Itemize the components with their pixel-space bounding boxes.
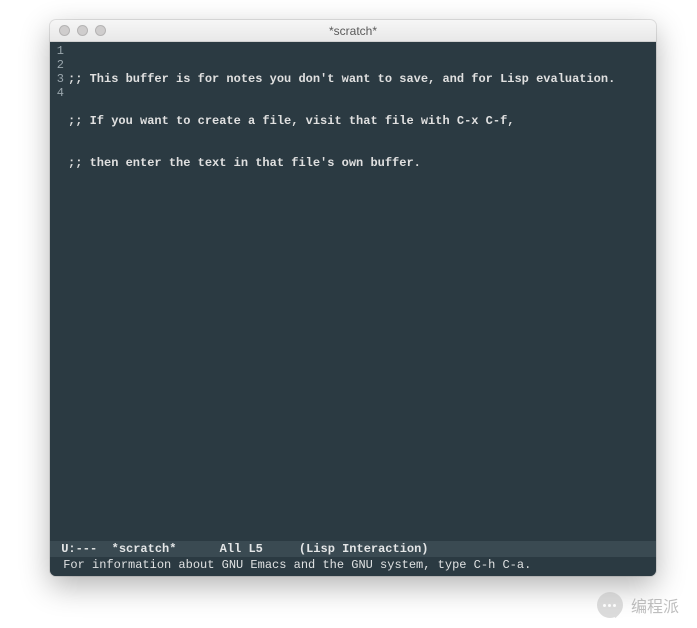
line-number: 3 [50, 72, 64, 86]
line-number: 1 [50, 44, 64, 58]
buffer-line: ;; This buffer is for notes you don't wa… [68, 72, 656, 86]
watermark: 编程派 [597, 592, 679, 618]
modeline-status: U:--- [61, 542, 97, 556]
editor-window: *scratch* 1 2 3 4 ;; This buffer is for … [50, 20, 656, 576]
buffer-area[interactable]: 1 2 3 4 ;; This buffer is for notes you … [50, 42, 656, 541]
buffer-line: ;; If you want to create a file, visit t… [68, 114, 656, 128]
modeline-buffer-name: *scratch* [112, 542, 177, 556]
zoom-icon[interactable] [95, 25, 106, 36]
line-number-gutter: 1 2 3 4 [50, 44, 68, 541]
line-number: 4 [50, 86, 64, 100]
minibuffer[interactable]: For information about GNU Emacs and the … [50, 557, 656, 576]
modeline-line: L5 [248, 542, 262, 556]
line-number: 2 [50, 58, 64, 72]
traffic-lights [50, 25, 106, 36]
buffer-content[interactable]: ;; This buffer is for notes you don't wa… [68, 44, 656, 541]
minimize-icon[interactable] [77, 25, 88, 36]
modeline-mode: (Lisp Interaction) [299, 542, 429, 556]
mode-line[interactable]: U:--- *scratch* All L5 (Lisp Interaction… [50, 541, 656, 557]
modeline-position: All [220, 542, 242, 556]
watermark-text: 编程派 [631, 593, 679, 617]
minibuffer-message: For information about GNU Emacs and the … [63, 558, 531, 572]
buffer-line [68, 198, 656, 212]
titlebar[interactable]: *scratch* [50, 20, 656, 42]
chat-bubble-icon [597, 592, 623, 618]
window-title: *scratch* [50, 24, 656, 38]
close-icon[interactable] [59, 25, 70, 36]
emacs-frame: 1 2 3 4 ;; This buffer is for notes you … [50, 42, 656, 576]
buffer-line: ;; then enter the text in that file's ow… [68, 156, 656, 170]
